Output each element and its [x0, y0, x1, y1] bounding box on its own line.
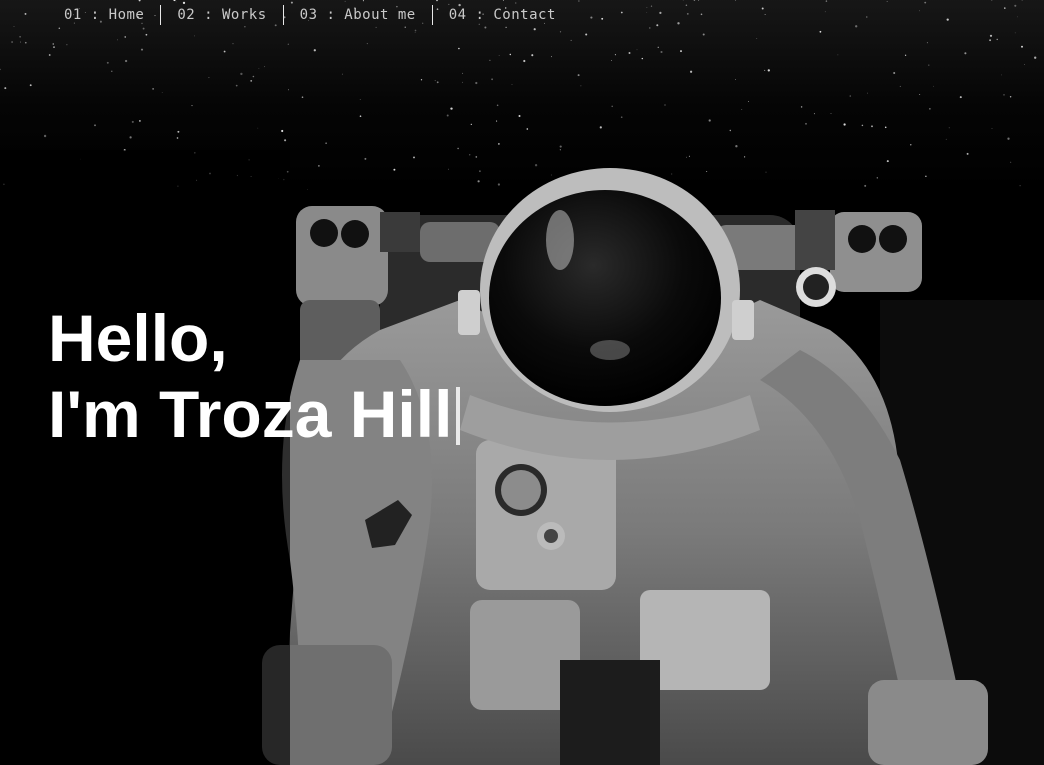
headline-name: I'm Troza Hill — [48, 377, 453, 451]
headline-name-line: I'm Troza Hill — [48, 376, 461, 452]
hero-headline: Hello, I'm Troza Hill — [48, 300, 461, 452]
nav-item-works[interactable]: 02 : Works — [161, 4, 282, 26]
nav-item-home[interactable]: 01 : Home — [48, 4, 160, 26]
nav-item-about[interactable]: 03 : About me — [284, 4, 432, 26]
hero-section: 01 : Home 02 : Works 03 : About me 04 : … — [0, 0, 1044, 765]
headline-greeting: Hello, — [48, 301, 228, 375]
nav-item-contact[interactable]: 04 : Contact — [433, 4, 572, 26]
main-nav: 01 : Home 02 : Works 03 : About me 04 : … — [48, 4, 572, 26]
typing-cursor — [456, 387, 461, 445]
